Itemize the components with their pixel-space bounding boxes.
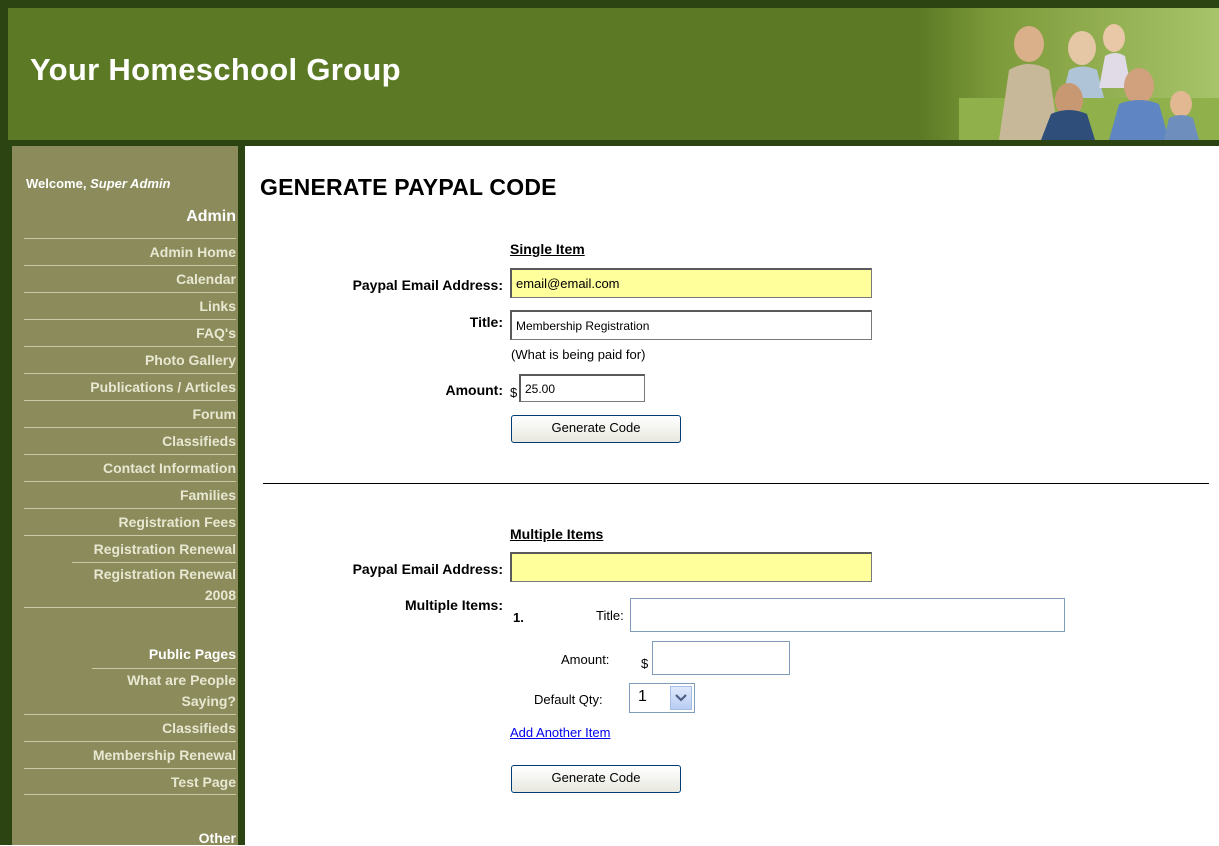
sidebar-item-links[interactable]: Links: [24, 292, 236, 318]
default-qty-value: 1: [638, 688, 647, 705]
sidebar: Welcome, Super Admin Admin Admin Home Ca…: [12, 146, 238, 846]
sidebar-divider: [24, 794, 236, 795]
single-currency-symbol: $: [510, 385, 518, 400]
sidebar-item-forum[interactable]: Forum: [24, 400, 236, 426]
sidebar-item-registration-fees[interactable]: Registration Fees: [24, 508, 236, 534]
single-amount-input[interactable]: [519, 374, 645, 402]
sidebar-item-publications[interactable]: Publications / Articles: [24, 373, 236, 399]
sidebar-item-test-page[interactable]: Test Page: [24, 768, 236, 794]
multiple-items-heading: Multiple Items: [510, 526, 604, 542]
sidebar-item-classifieds[interactable]: Classifieds: [24, 427, 236, 453]
chevron-down-icon[interactable]: [670, 686, 692, 710]
item-title-input[interactable]: [630, 598, 1065, 632]
sidebar-item-registration-renewal[interactable]: Registration Renewal: [24, 535, 236, 561]
sidebar-item-public-classifieds[interactable]: Classifieds: [24, 714, 236, 740]
add-another-item-link[interactable]: Add Another Item: [510, 725, 610, 740]
sidebar-item-registration-renewal-2008[interactable]: Registration Renewal 2008: [72, 562, 236, 606]
multiple-email-label: Paypal Email Address:: [352, 561, 503, 577]
site-title: Your Homeschool Group: [30, 52, 401, 87]
sidebar-divider: [24, 607, 236, 608]
single-email-input[interactable]: [510, 268, 872, 298]
item-number: 1.: [513, 610, 524, 625]
sidebar-item-contact-information[interactable]: Contact Information: [24, 454, 236, 480]
main-content: GENERATE PAYPAL CODE Single Item Paypal …: [245, 146, 1219, 845]
sidebar-heading-public-pages: Public Pages: [148, 646, 236, 662]
item-amount-label: Amount:: [561, 652, 610, 667]
sidebar-item-membership-renewal[interactable]: Membership Renewal: [24, 741, 236, 767]
welcome-message: Welcome, Super Admin: [26, 176, 171, 191]
site-header: Your Homeschool Group: [8, 8, 1219, 143]
sidebar-item-calendar[interactable]: Calendar: [24, 265, 236, 291]
item-amount-input[interactable]: [652, 641, 790, 675]
sidebar-item-families[interactable]: Families: [24, 481, 236, 507]
default-qty-label: Default Qty:: [534, 692, 603, 707]
item-currency-symbol: $: [641, 656, 649, 671]
sidebar-heading-admin: Admin: [186, 208, 236, 225]
single-amount-label: Amount:: [445, 382, 503, 398]
single-item-heading: Single Item: [510, 241, 585, 257]
item-title-label: Title:: [596, 608, 624, 623]
single-title-input[interactable]: [510, 310, 872, 340]
welcome-prefix: Welcome,: [26, 176, 87, 191]
single-email-label: Paypal Email Address:: [352, 277, 503, 293]
page-title: GENERATE PAYPAL CODE: [260, 174, 557, 200]
multiple-email-input[interactable]: [510, 552, 872, 582]
single-title-note: (What is being paid for): [511, 347, 646, 362]
section-divider: [263, 483, 1209, 484]
single-generate-code-button[interactable]: Generate Code: [511, 415, 681, 443]
sidebar-item-faqs[interactable]: FAQ's: [24, 319, 236, 345]
welcome-user: Super Admin: [90, 176, 171, 191]
sidebar-item-what-are-people-saying[interactable]: What are People Saying?: [92, 668, 236, 712]
single-title-label: Title:: [469, 314, 503, 330]
multiple-generate-code-button[interactable]: Generate Code: [511, 765, 681, 793]
default-qty-select[interactable]: 1: [629, 683, 695, 713]
sidebar-item-admin-home[interactable]: Admin Home: [24, 238, 236, 264]
sidebar-heading-other: Other: [198, 830, 236, 846]
family-photo: [919, 8, 1219, 140]
multiple-items-label: Multiple Items:: [404, 597, 503, 613]
sidebar-item-photo-gallery[interactable]: Photo Gallery: [24, 346, 236, 372]
